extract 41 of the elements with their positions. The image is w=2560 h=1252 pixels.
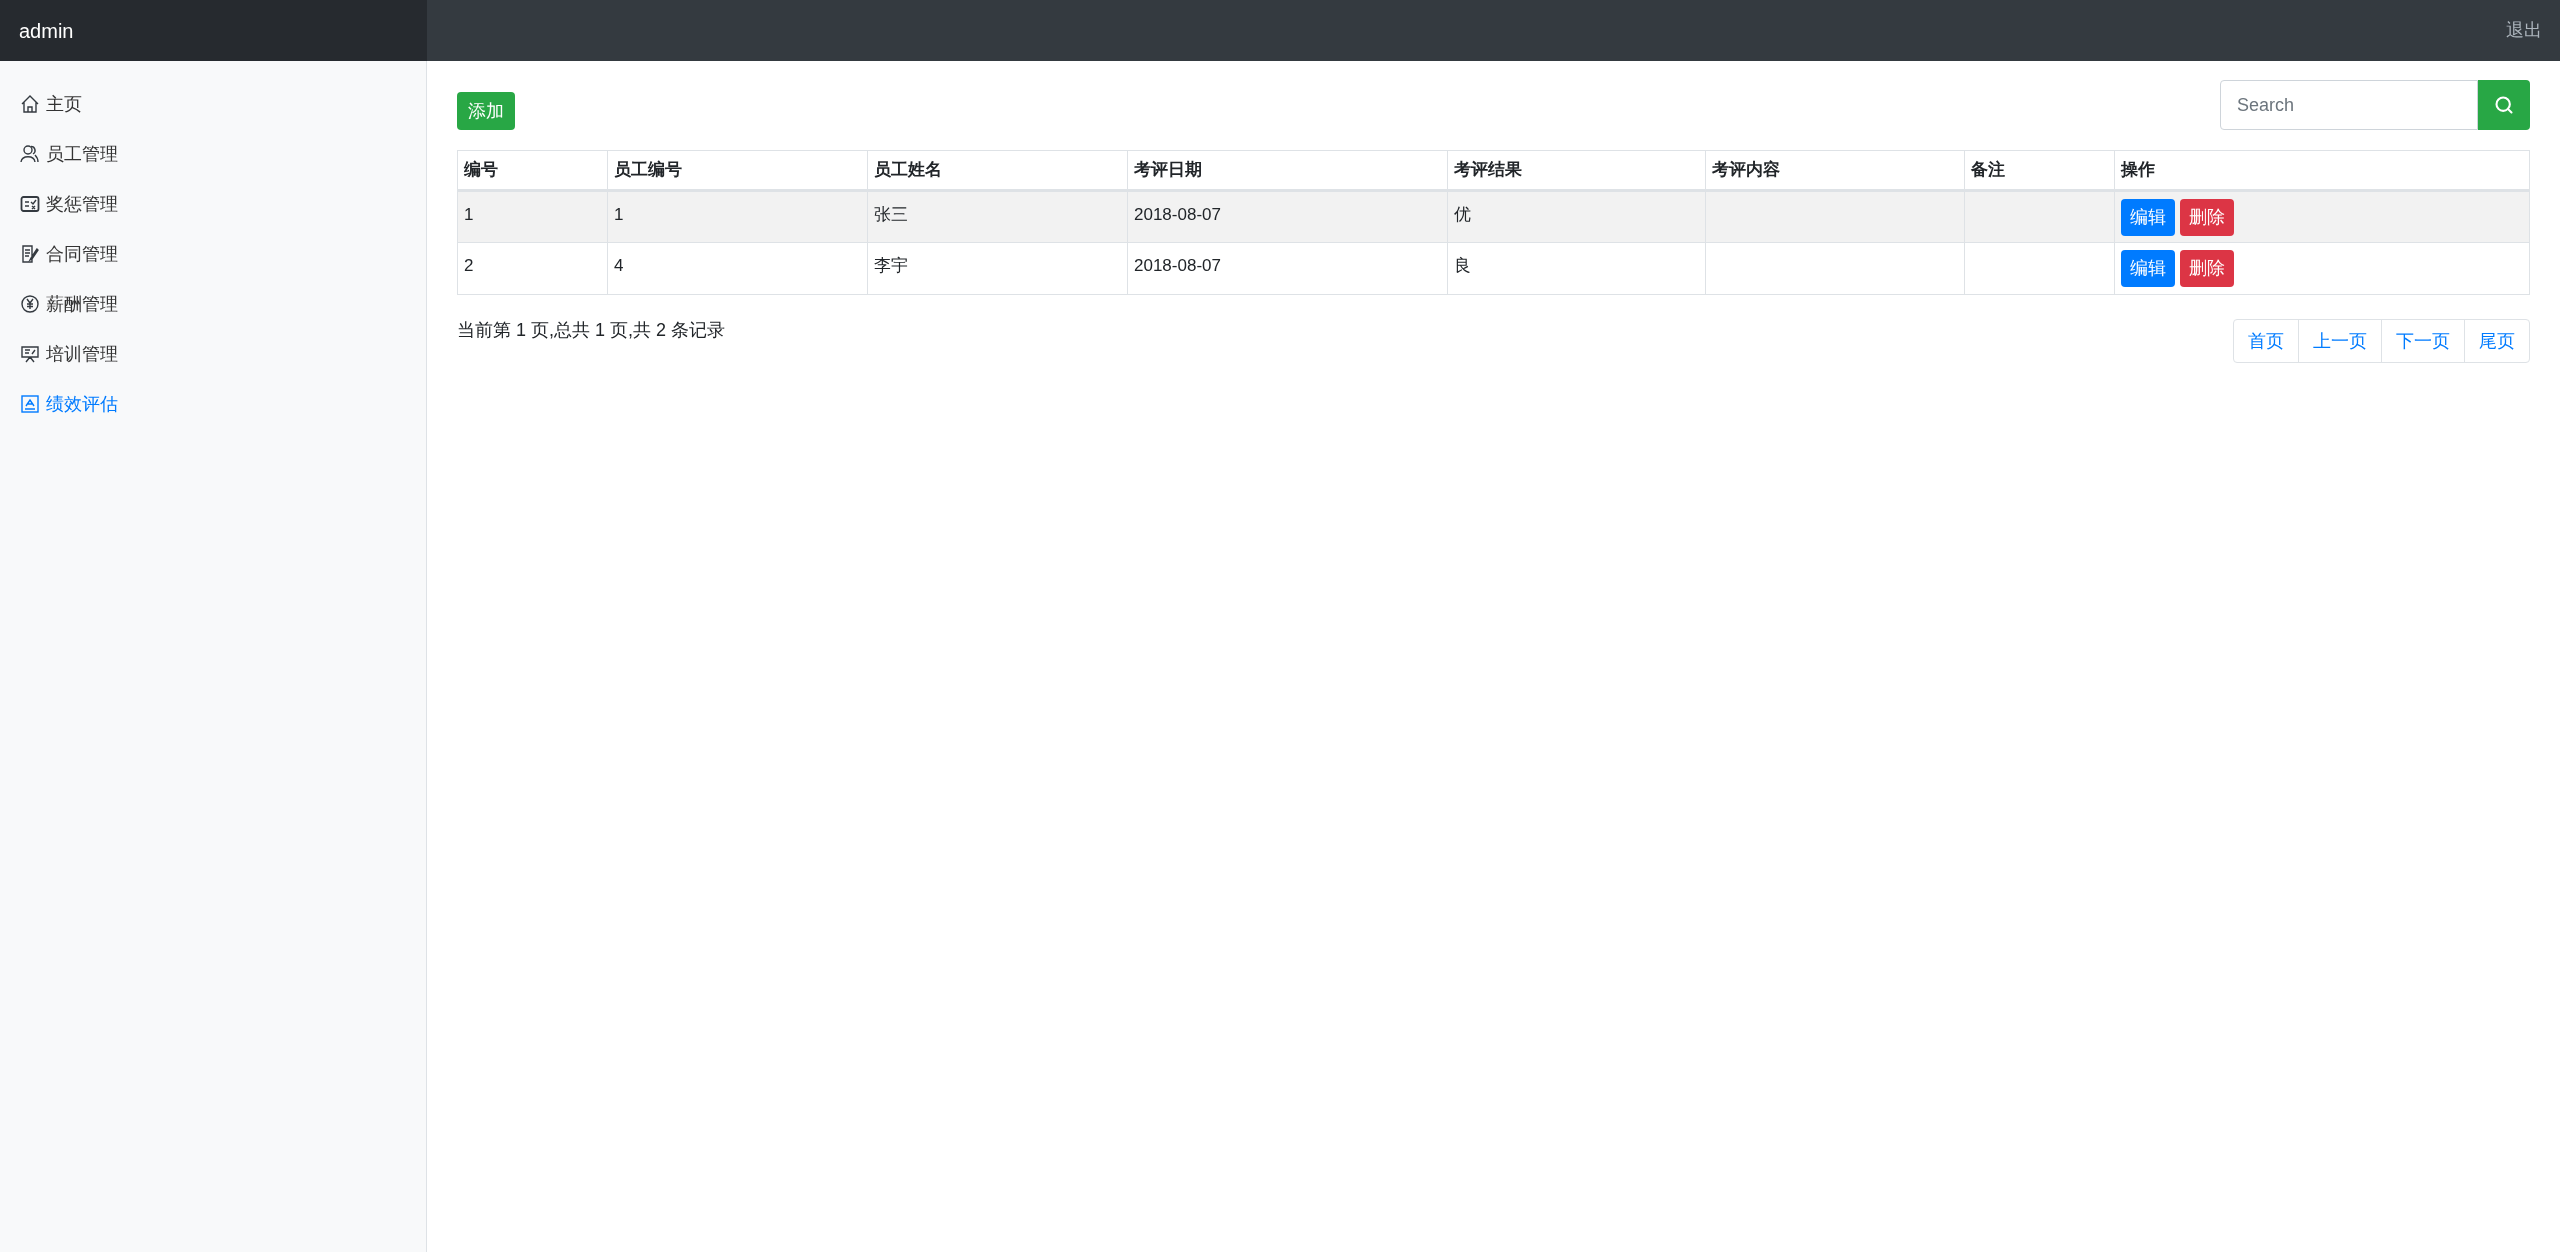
edit-button[interactable]: 编辑 xyxy=(2121,198,2175,236)
page-link[interactable]: 下一页 xyxy=(2381,320,2464,362)
person-icon xyxy=(20,144,40,164)
document-pen-icon xyxy=(20,244,40,264)
sidebar-item[interactable]: 绩效评估 xyxy=(0,379,426,429)
table-cell: 2 xyxy=(457,242,608,295)
add-button[interactable]: 添加 xyxy=(457,92,515,130)
table-row[interactable]: 1 1 张三 2018-08-07 优 编辑 删除 xyxy=(457,190,2530,243)
sidebar-item[interactable]: 员工管理 xyxy=(0,129,426,179)
checklist-icon xyxy=(20,194,40,214)
brand-text[interactable]: admin xyxy=(19,15,74,46)
yen-coin-icon xyxy=(20,294,40,314)
table-row[interactable]: 2 4 李宇 2018-08-07 良 编辑 删除 xyxy=(457,242,2530,295)
table-cell: 良 xyxy=(1447,242,1706,295)
page-summary: 当前第 1 页,总共 1 页,共 2 条记录 xyxy=(457,319,726,342)
table-cell: 2018-08-07 xyxy=(1127,242,1448,295)
search-button[interactable] xyxy=(2478,80,2530,130)
table-cell: 1 xyxy=(607,190,868,243)
sidebar-item[interactable]: 培训管理 xyxy=(0,329,426,379)
sidebar-item[interactable]: 薪酬管理 xyxy=(0,279,426,329)
search-icon xyxy=(2494,95,2514,115)
table-cell: 李宇 xyxy=(867,242,1128,295)
table-cell: 张三 xyxy=(867,190,1128,243)
page-link[interactable]: 尾页 xyxy=(2464,320,2529,362)
sidebar-item[interactable]: 合同管理 xyxy=(0,229,426,279)
logout-link[interactable]: 退出 xyxy=(2506,17,2542,44)
sidebar-item[interactable]: 主页 xyxy=(0,79,426,129)
table-cell: 优 xyxy=(1447,190,1706,243)
delete-button[interactable]: 删除 xyxy=(2180,250,2234,287)
home-icon xyxy=(20,94,40,114)
report-icon xyxy=(20,394,40,414)
edit-button[interactable]: 编辑 xyxy=(2121,250,2175,287)
page-link[interactable]: 上一页 xyxy=(2298,320,2381,362)
table-cell: 4 xyxy=(607,242,868,295)
page-link[interactable]: 首页 xyxy=(2234,320,2298,362)
sidebar-item[interactable]: 奖惩管理 xyxy=(0,179,426,229)
table-cell: 1 xyxy=(457,190,608,243)
table-cell: 2018-08-07 xyxy=(1127,190,1448,243)
presentation-board-icon xyxy=(20,344,40,364)
search-field[interactable]: Search xyxy=(2220,80,2478,130)
delete-button[interactable]: 删除 xyxy=(2180,198,2234,236)
